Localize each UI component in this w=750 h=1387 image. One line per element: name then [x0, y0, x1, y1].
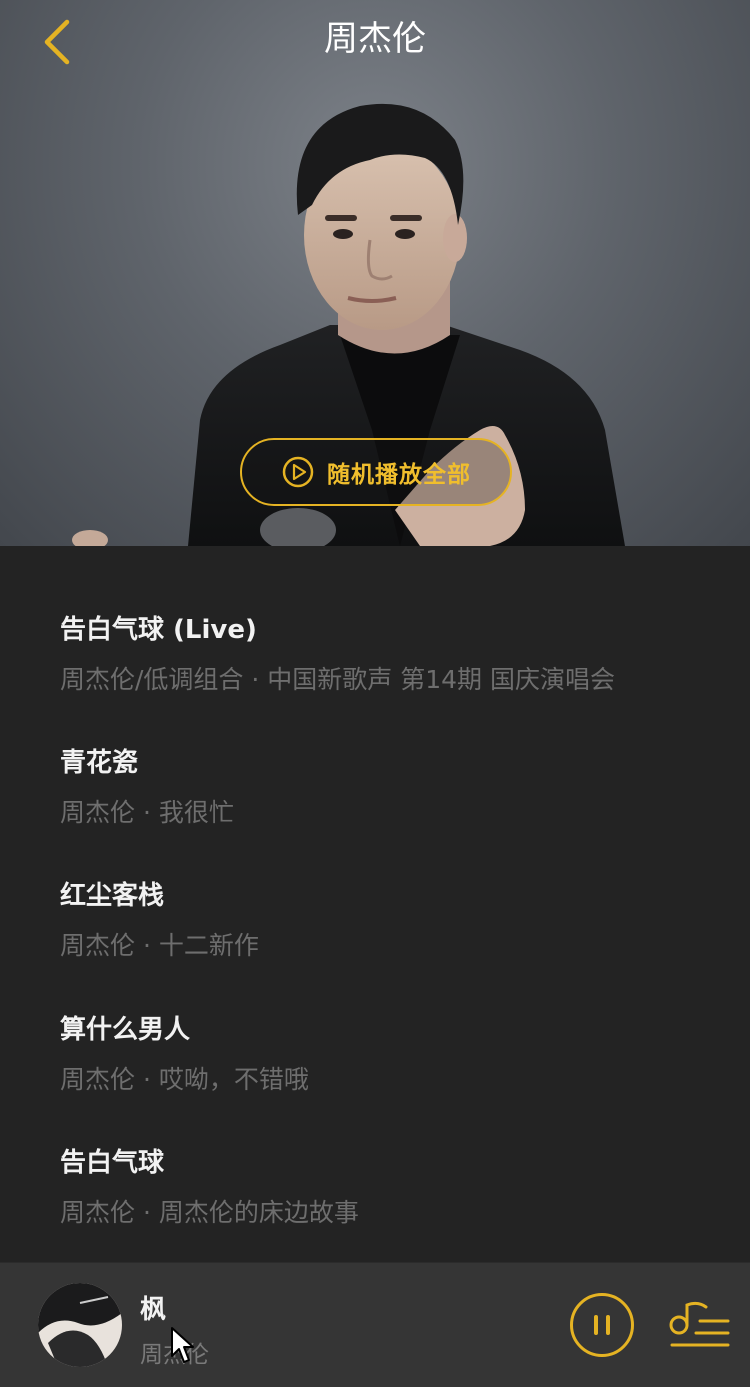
page-title: 周杰伦 [324, 19, 426, 59]
play-circle-icon [282, 456, 314, 488]
song-item[interactable]: 红尘客栈 周杰伦 · 十二新作 [0, 878, 750, 998]
playlist-button[interactable] [666, 1295, 732, 1357]
song-title: 告白气球 (Live) [60, 615, 257, 645]
shuffle-play-all-label: 随机播放全部 [327, 462, 471, 488]
song-subtitle: 周杰伦 · 周杰伦的床边故事 [60, 1198, 359, 1227]
playlist-icon [669, 1301, 730, 1347]
now-playing-title: 枫 [140, 1295, 167, 1325]
mini-player: 枫 周杰伦 [0, 1262, 750, 1387]
artist-hero: 周杰伦 随机播放全部 [0, 0, 750, 546]
song-title: 红尘客栈 [60, 881, 165, 911]
pause-button[interactable] [570, 1293, 634, 1357]
pause-icon [594, 1315, 598, 1335]
song-list: 告白气球 (Live) 周杰伦/低调组合 · 中国新歌声 第14期 国庆演唱会 … [0, 546, 750, 1262]
song-subtitle: 周杰伦 · 我很忙 [60, 798, 234, 827]
song-subtitle: 周杰伦 · 十二新作 [60, 931, 259, 960]
now-playing-artist: 周杰伦 [140, 1342, 209, 1368]
song-subtitle: 周杰伦 · 哎呦，不错哦 [60, 1065, 309, 1094]
song-title: 青花瓷 [60, 748, 139, 778]
song-item[interactable]: 算什么男人 周杰伦 · 哎呦，不错哦 [0, 1012, 750, 1132]
album-cover-image [38, 1283, 122, 1367]
album-art[interactable] [38, 1283, 122, 1367]
song-title: 算什么男人 [60, 1015, 191, 1045]
pause-icon-bar [606, 1315, 610, 1335]
shuffle-play-all-button[interactable]: 随机播放全部 [240, 438, 512, 506]
song-item[interactable]: 告白气球 (Live) 周杰伦/低调组合 · 中国新歌声 第14期 国庆演唱会 [0, 612, 750, 732]
song-item[interactable]: 青花瓷 周杰伦 · 我很忙 [0, 745, 750, 865]
song-subtitle: 周杰伦/低调组合 · 中国新歌声 第14期 国庆演唱会 [60, 665, 615, 694]
song-title: 告白气球 [60, 1148, 165, 1178]
song-item[interactable]: 告白气球 周杰伦 · 周杰伦的床边故事 [0, 1145, 750, 1265]
